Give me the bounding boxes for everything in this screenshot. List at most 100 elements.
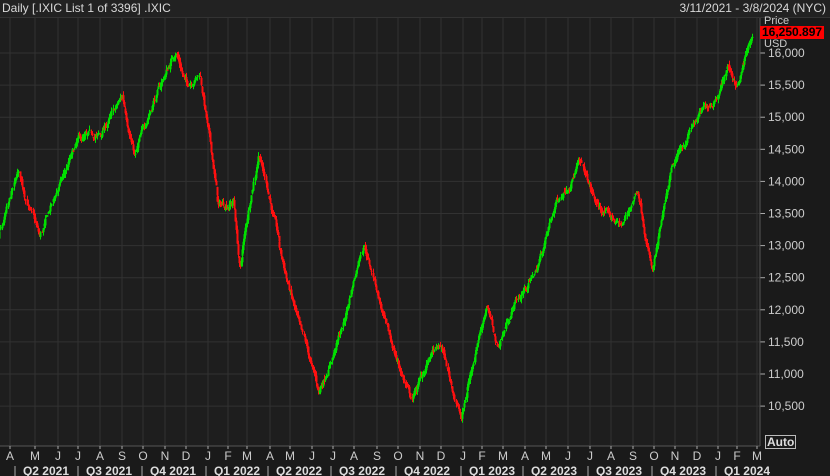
x-month-label: A	[266, 449, 274, 463]
candle-body	[166, 69, 169, 71]
candle-body	[548, 222, 551, 229]
candle-body	[126, 118, 129, 127]
x-quarter-label: Q3 2022	[339, 464, 385, 476]
x-quarter-label: Q1 2023	[469, 464, 515, 476]
candle-body	[210, 141, 213, 153]
candle-body	[551, 216, 554, 218]
candle-body	[237, 244, 240, 255]
x-quarter-label: Q2 2021	[23, 464, 69, 476]
y-tick-label: 15,000	[768, 110, 805, 124]
candle-body	[640, 203, 643, 213]
candle-body	[515, 298, 518, 301]
x-month-label: D	[437, 449, 446, 463]
candle-body	[134, 153, 137, 155]
x-month-label: J	[55, 449, 61, 463]
candle-body	[110, 111, 113, 116]
candle-body	[117, 102, 120, 105]
candle-body	[571, 178, 574, 182]
x-month-label: A	[350, 449, 358, 463]
x-month-label: M	[242, 449, 252, 463]
x-month-label: F	[478, 449, 485, 463]
candle-body	[326, 376, 329, 378]
y-tick-label: 13,000	[768, 239, 805, 253]
x-month-label: O	[138, 449, 147, 463]
candle-body	[170, 58, 173, 63]
x-month-label: S	[118, 449, 126, 463]
y-tick-label: 12,000	[768, 303, 805, 317]
candle-body	[433, 349, 436, 352]
candle-body	[149, 111, 152, 114]
x-month-label: M	[498, 449, 508, 463]
x-month-label: N	[416, 449, 425, 463]
auto-scale-button[interactable]: Auto	[765, 435, 797, 449]
candle-body	[267, 191, 270, 195]
candle-body	[201, 86, 204, 94]
x-month-label: A	[96, 449, 104, 463]
candle-body	[503, 330, 506, 334]
candle-body	[715, 98, 718, 100]
candle-body	[463, 403, 466, 408]
x-month-label: A	[607, 449, 615, 463]
candle-body	[489, 313, 492, 316]
candle-body	[359, 254, 362, 259]
candle-body	[348, 298, 351, 305]
candle-body	[88, 129, 91, 131]
candle-body	[209, 132, 212, 143]
x-month-label: D	[693, 449, 702, 463]
candle-body	[44, 218, 47, 226]
candle-body	[475, 351, 478, 355]
candle-body	[573, 174, 576, 178]
candle-body	[0, 231, 1, 239]
candle-body	[299, 320, 302, 325]
candle-body	[370, 270, 373, 272]
candle-body	[269, 198, 272, 203]
candle-body	[247, 210, 250, 221]
candle-body	[688, 129, 691, 134]
candle-body	[624, 215, 627, 220]
candle-body	[186, 80, 189, 85]
currency-label: USD	[764, 38, 788, 50]
candle-body	[50, 203, 53, 206]
candle-body	[288, 283, 291, 291]
candle-body	[280, 249, 283, 257]
candle-body	[77, 135, 80, 139]
price-chart[interactable]: 16,00015,50015,00014,50014,00013,50013,0…	[0, 18, 830, 476]
x-month-label: J	[460, 449, 466, 463]
candle-body	[252, 181, 255, 191]
candle-body	[46, 215, 49, 217]
candle-body	[317, 386, 320, 391]
candle-body	[153, 99, 156, 101]
candle-body	[0, 227, 2, 230]
candle-body	[558, 199, 561, 201]
candle-body	[73, 148, 76, 150]
candle-body	[356, 267, 359, 270]
date-range: 3/11/2021 - 3/8/2024 (NYC)	[679, 1, 826, 15]
candle-body	[453, 394, 456, 401]
x-month-label: O	[393, 449, 402, 463]
candle-body	[580, 160, 583, 163]
candle-body	[485, 308, 488, 312]
y-tick-label: 13,500	[768, 207, 805, 221]
candle-body	[222, 202, 225, 206]
candle-body	[375, 285, 378, 291]
candle-body	[203, 95, 206, 107]
candle-body	[527, 283, 530, 289]
x-month-label: A	[6, 449, 14, 463]
candle-body	[206, 117, 209, 124]
candle-body	[23, 190, 26, 198]
candle-body	[362, 247, 365, 254]
x-month-label: J	[587, 449, 593, 463]
candle-body	[123, 101, 126, 107]
candle-body	[666, 192, 669, 196]
chart-title: Daily [.IXIC List 1 of 3396] .IXIC	[2, 1, 171, 15]
candle-body	[352, 281, 355, 287]
x-quarter-label: Q1 2022	[214, 464, 260, 476]
candle-body	[499, 341, 502, 347]
candle-body	[633, 196, 636, 200]
candle-body	[327, 369, 330, 376]
candle-body	[663, 203, 666, 210]
x-month-label: F	[224, 449, 231, 463]
x-month-label: O	[649, 449, 658, 463]
x-month-label: J	[75, 449, 81, 463]
candle-body	[372, 272, 375, 278]
